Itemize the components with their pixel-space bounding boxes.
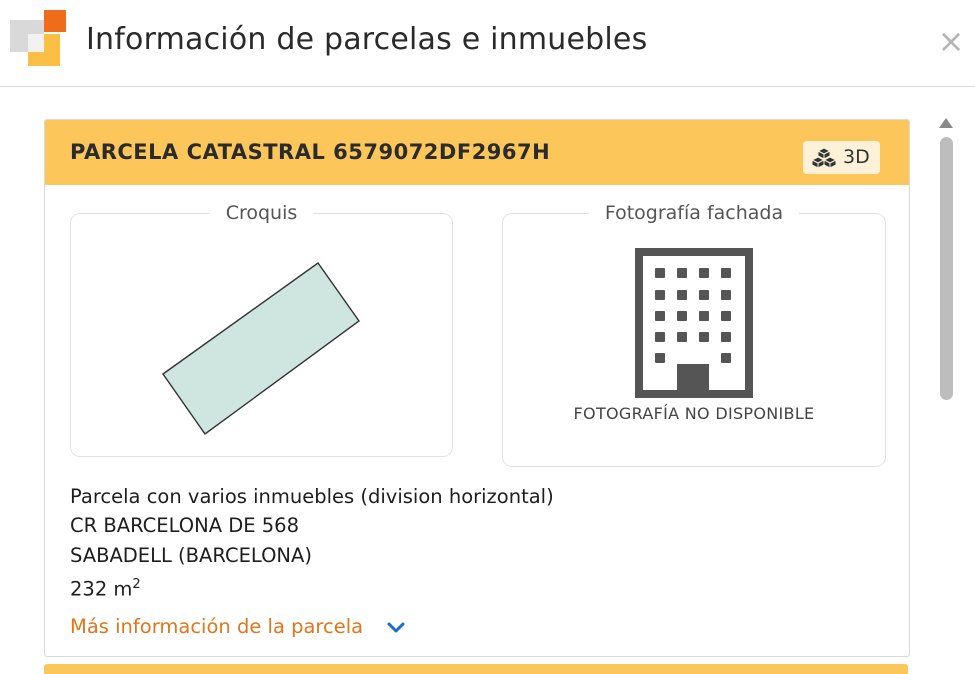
photo-unavailable-text: FOTOGRAFÍA NO DISPONIBLE xyxy=(573,404,815,423)
parcel-description: Parcela con varios inmuebles (division h… xyxy=(70,485,554,508)
chevron-down-icon[interactable] xyxy=(386,621,406,635)
next-card-header xyxy=(44,664,908,674)
catastro-logo xyxy=(10,10,66,66)
scroll-up-icon[interactable] xyxy=(937,116,955,130)
parcel-address: CR BARCELONA DE 568 xyxy=(70,514,299,537)
area-value: 232 m xyxy=(70,577,133,601)
area-superscript: 2 xyxy=(132,577,141,592)
parcel-card: PARCELA CATASTRAL 6579072DF2967H 3D Croq… xyxy=(44,119,910,657)
scrollbar-thumb[interactable] xyxy=(940,137,953,400)
dialog-content: PARCELA CATASTRAL 6579072DF2967H 3D Croq… xyxy=(0,87,975,674)
close-icon[interactable]: × xyxy=(936,25,966,57)
more-info-link[interactable]: Más información de la parcela xyxy=(70,614,363,640)
building-icon xyxy=(635,248,753,398)
parcel-card-header: PARCELA CATASTRAL 6579072DF2967H 3D xyxy=(45,120,909,185)
view-3d-button[interactable]: 3D xyxy=(803,141,880,174)
cubes-icon xyxy=(811,147,837,169)
sketch-panel: Croquis xyxy=(70,202,453,457)
facade-panel: Fotografía fachada FOTOGRAFÍA NO DISPONI… xyxy=(502,202,886,467)
parcel-area: 232 m2 xyxy=(70,572,141,603)
parcel-municipality: SABADELL (BARCELONA) xyxy=(70,544,312,567)
dialog-header: Información de parcelas e inmuebles × xyxy=(0,0,975,87)
parcel-title: PARCELA CATASTRAL 6579072DF2967H xyxy=(70,140,551,164)
dialog-title: Información de parcelas e inmuebles xyxy=(86,22,648,57)
parcel-sketch[interactable] xyxy=(71,214,452,456)
facade-label: Fotografía fachada xyxy=(588,202,800,224)
view-3d-label: 3D xyxy=(843,146,870,168)
